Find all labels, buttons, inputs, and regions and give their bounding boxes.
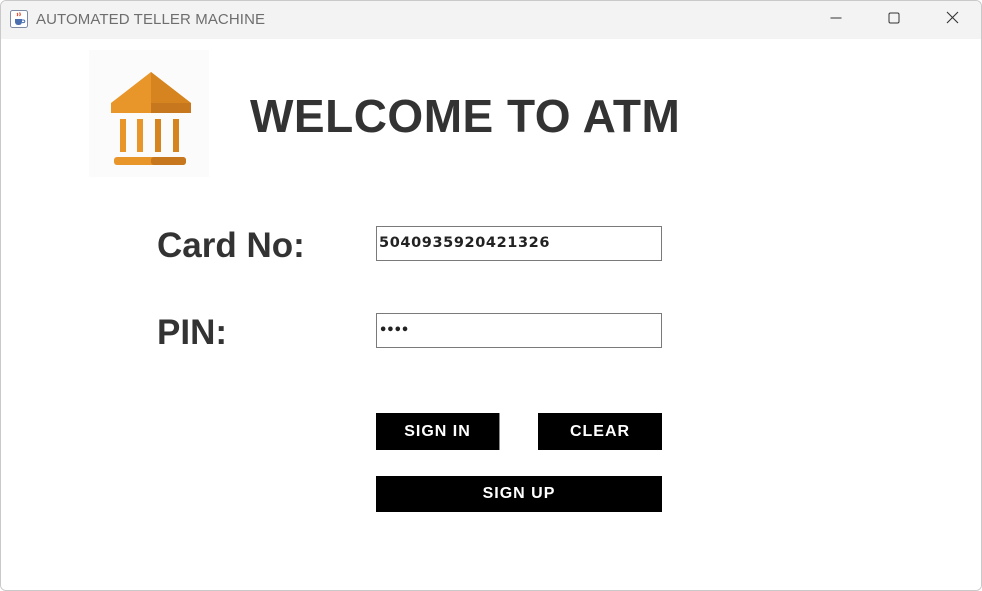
maximize-icon xyxy=(888,11,900,29)
bank-logo xyxy=(89,50,209,177)
atm-window: AUTOMATED TELLER MACHINE WELCOME TO ATM … xyxy=(0,0,982,591)
sign-up-button[interactable]: SIGN UP xyxy=(376,476,662,512)
close-button[interactable] xyxy=(923,1,981,39)
card-number-input[interactable]: 5040935920421326 xyxy=(376,226,662,261)
pin-label: PIN: xyxy=(157,313,227,352)
close-icon xyxy=(946,11,959,29)
java-cup-icon xyxy=(10,10,28,28)
welcome-heading: WELCOME TO ATM xyxy=(250,90,681,142)
pin-input[interactable]: •••• xyxy=(376,313,662,348)
sign-in-button[interactable]: SIGN IN xyxy=(376,413,500,450)
minimize-icon xyxy=(830,11,842,29)
minimize-button[interactable] xyxy=(807,1,865,39)
login-panel: WELCOME TO ATM Card No: 5040935920421326… xyxy=(1,39,981,590)
clear-button[interactable]: CLEAR xyxy=(538,413,662,450)
maximize-button[interactable] xyxy=(865,1,923,39)
card-number-label: Card No: xyxy=(157,226,305,265)
title-bar[interactable]: AUTOMATED TELLER MACHINE xyxy=(1,1,981,39)
window-title: AUTOMATED TELLER MACHINE xyxy=(36,11,266,28)
